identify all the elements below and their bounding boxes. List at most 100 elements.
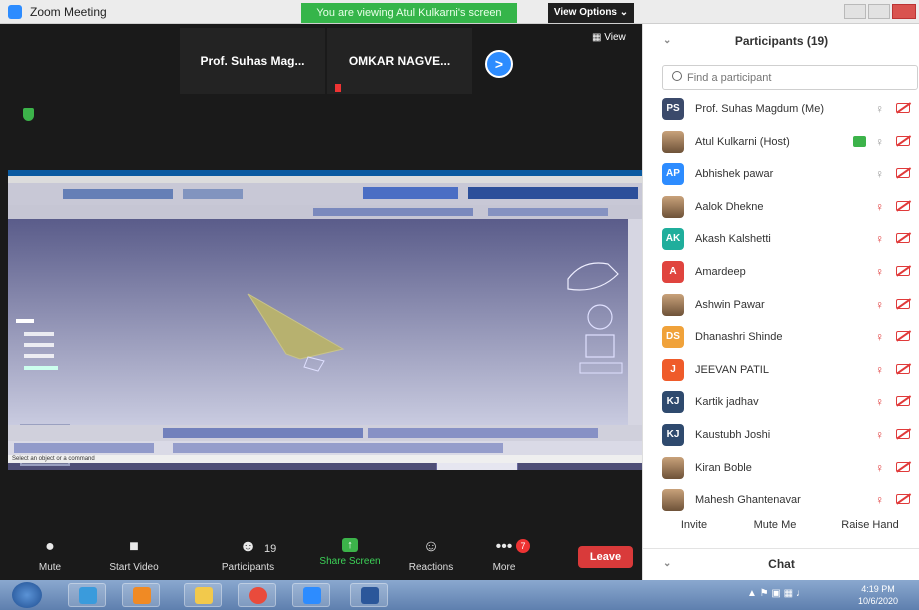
word-taskbar-icon[interactable] <box>350 583 388 607</box>
video-off-icon <box>896 428 910 439</box>
video-off-icon <box>896 135 910 146</box>
zoom-logo-icon <box>8 5 22 19</box>
share-screen-button[interactable]: ↑ Share Screen <box>310 538 390 567</box>
avatar: DS <box>662 326 684 349</box>
screen-sharing-icon <box>853 135 866 147</box>
video-area: Prof. Suhas Mag... OMKAR NAGVE... > ▦ Vi… <box>0 24 642 532</box>
participant-row[interactable]: J JEEVAN PATIL ♀ <box>643 355 919 388</box>
view-toggle-button[interactable]: ▦ View <box>592 32 626 43</box>
chrome-taskbar-icon[interactable] <box>238 583 276 607</box>
avatar: J <box>662 358 684 381</box>
zoom-taskbar-icon[interactable] <box>292 583 330 607</box>
participant-row[interactable]: KJ Kaustubh Joshi ♀ <box>643 420 919 453</box>
avatar: KJ <box>662 391 684 414</box>
muted-mic-icon: ♀ <box>875 297 884 312</box>
participant-row[interactable]: Aalok Dhekne ♀ <box>643 192 919 225</box>
search-icon <box>672 71 682 81</box>
maximize-button[interactable] <box>868 4 890 19</box>
avatar: AP <box>662 163 684 186</box>
participant-row[interactable]: A Amardeep ♀ <box>643 257 919 290</box>
close-window-button[interactable] <box>892 4 916 19</box>
participant-row[interactable]: Mahesh Ghantenavar ♀ <box>643 485 919 514</box>
start-button[interactable] <box>12 582 42 608</box>
catia-status-bar: Select an object or a command <box>8 455 642 463</box>
video-off-icon <box>896 363 910 374</box>
collapse-chevron-icon[interactable]: ⌄ <box>663 549 671 579</box>
video-off-icon <box>896 233 910 244</box>
participant-row[interactable]: DS Dhanashri Shinde ♀ <box>643 322 919 355</box>
catia-bottom-toolbar <box>8 425 642 441</box>
start-video-button[interactable]: ■ Start Video <box>94 538 174 573</box>
participant-row[interactable]: Kiran Boble ♀ <box>643 453 919 486</box>
search-input[interactable] <box>687 70 907 86</box>
muted-mic-icon <box>335 84 341 92</box>
avatar <box>662 195 684 218</box>
participant-name: Amardeep <box>695 265 746 278</box>
participant-row[interactable]: KJ Kartik jadhav ♀ <box>643 387 919 420</box>
security-shield-icon <box>23 108 34 121</box>
ie-taskbar-icon[interactable] <box>68 583 106 607</box>
avatar <box>662 293 684 316</box>
participant-row[interactable]: AP Abhishek pawar ♀ <box>643 159 919 192</box>
shared-screen[interactable]: Select an object or a command <box>8 170 642 470</box>
minimize-button[interactable] <box>844 4 866 19</box>
file-explorer-taskbar-icon[interactable] <box>184 583 222 607</box>
specification-tree[interactable] <box>10 319 70 379</box>
surface-model <box>247 262 623 374</box>
avatar <box>662 456 684 479</box>
reactions-button[interactable]: ☺ Reactions <box>391 538 471 573</box>
avatar <box>662 489 684 512</box>
participant-name: JEEVAN PATIL <box>695 363 769 376</box>
emoji-icon: ☺ <box>422 538 440 555</box>
clock-date: 10/6/2020 <box>858 596 899 606</box>
more-button[interactable]: ••• More <box>464 538 544 573</box>
muted-mic-icon: ♀ <box>875 460 884 475</box>
notification-badge: 7 <box>516 539 530 553</box>
raise-hand-button[interactable]: Raise Hand <box>835 514 905 536</box>
participant-row[interactable]: Ashwin Pawar ♀ <box>643 290 919 323</box>
system-tray[interactable]: ▲ ⚑ ▣ ▦ ♩ <box>747 588 806 599</box>
participant-name: Dhanashri Shinde <box>695 331 783 344</box>
more-dots-icon: ••• <box>495 538 513 555</box>
catia-right-toolbar <box>628 219 642 429</box>
catia-standard-toolbar <box>8 441 642 455</box>
video-off-icon <box>896 103 910 113</box>
collapse-chevron-icon[interactable]: ⌄ <box>663 24 671 58</box>
mute-button[interactable]: ● Mute <box>10 538 90 573</box>
participant-row[interactable]: AK Akash Kalshetti ♀ <box>643 224 919 257</box>
clock[interactable]: 4:19 PM 10/6/2020 <box>858 583 898 607</box>
participants-panel: ⌄ Participants (19) PS Prof. Suhas Magdum… <box>642 24 919 580</box>
participant-name: Mahesh Ghantenavar <box>695 494 801 507</box>
video-off-icon <box>896 461 910 472</box>
participant-name: Atul Kulkarni (Host) <box>695 135 790 148</box>
invite-button[interactable]: Invite <box>671 514 717 536</box>
catia-toolbar <box>8 183 642 205</box>
microphone-icon: ● <box>45 538 55 555</box>
participants-header: ⌄ Participants (19) <box>643 24 919 58</box>
next-page-button[interactable]: > <box>485 50 513 78</box>
participant-row[interactable]: Atul Kulkarni (Host) ♀ <box>643 127 919 160</box>
muted-mic-icon: ♀ <box>875 362 884 377</box>
participants-count: 19 <box>264 543 277 555</box>
avatar: A <box>662 260 684 283</box>
leave-button[interactable]: Leave <box>578 546 633 568</box>
view-options-button[interactable]: View Options ⌄ <box>548 3 634 23</box>
media-player-taskbar-icon[interactable] <box>122 583 160 607</box>
participant-search[interactable] <box>662 65 918 90</box>
participant-name: Kaustubh Joshi <box>695 428 771 441</box>
muted-mic-icon: ♀ <box>875 199 884 214</box>
avatar: AK <box>662 228 684 251</box>
catia-3d-canvas[interactable] <box>8 219 628 470</box>
participant-name: Prof. Suhas Magdum (Me) <box>695 103 824 115</box>
video-tile[interactable]: OMKAR NAGVE... <box>327 28 472 94</box>
participant-name: Kiran Boble <box>695 461 752 474</box>
panel-title: Participants (19) <box>734 34 829 48</box>
participant-row[interactable]: PS Prof. Suhas Magdum (Me) ♀ <box>643 94 919 127</box>
muted-mic-icon: ♀ <box>875 264 884 279</box>
mute-me-button[interactable]: Mute Me <box>747 514 803 536</box>
video-off-icon <box>896 265 910 276</box>
chat-header[interactable]: ⌄ Chat <box>643 548 919 580</box>
video-tile[interactable]: Prof. Suhas Mag... <box>180 28 325 94</box>
title-bar: Zoom Meeting You are viewing Atul Kulkar… <box>0 0 919 24</box>
microphone-icon: ♀ <box>875 167 884 182</box>
